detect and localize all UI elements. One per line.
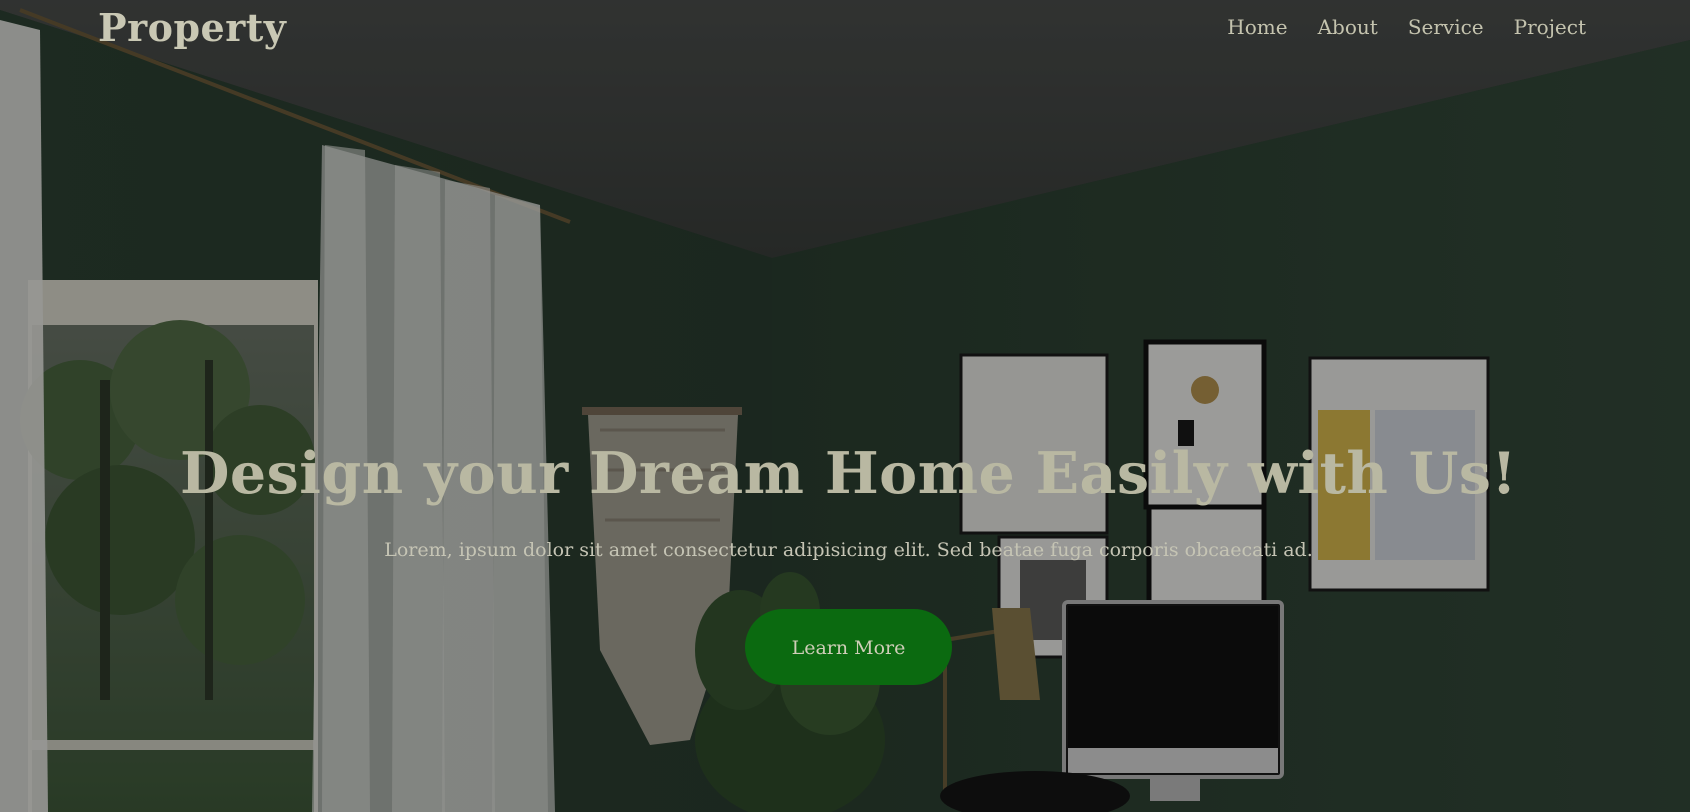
- nav-links: Home About Service Project: [1227, 15, 1586, 39]
- hero-subtitle: Lorem, ipsum dolor sit amet consectetur …: [384, 539, 1313, 561]
- learn-more-button[interactable]: Learn More: [745, 609, 952, 685]
- hero-title: Design your Dream Home Easily with Us!: [179, 440, 1518, 507]
- nav-link-about[interactable]: About: [1318, 15, 1378, 39]
- hero-section: Property Home About Service Project Desi…: [0, 0, 1690, 812]
- navbar: Property Home About Service Project: [0, 0, 1690, 56]
- brand-logo[interactable]: Property: [98, 5, 286, 50]
- room-interior-photo: [0, 0, 1690, 812]
- nav-link-home[interactable]: Home: [1227, 15, 1287, 39]
- nav-link-project[interactable]: Project: [1514, 15, 1586, 39]
- nav-link-service[interactable]: Service: [1408, 15, 1484, 39]
- hero-content: Design your Dream Home Easily with Us! L…: [0, 440, 1690, 685]
